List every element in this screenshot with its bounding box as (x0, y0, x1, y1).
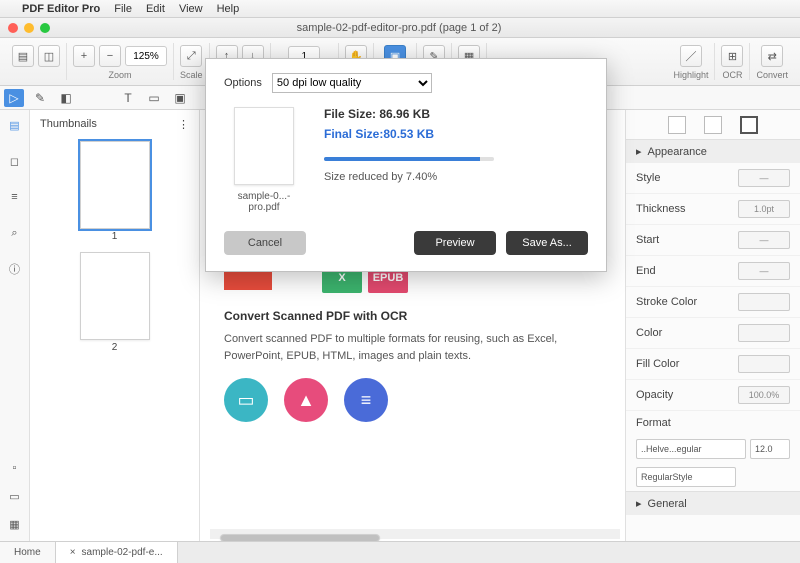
inspector-tab-1[interactable] (668, 116, 686, 134)
eraser-tool[interactable]: ◧ (56, 89, 76, 107)
style-select[interactable]: — (738, 169, 790, 187)
final-size-row: Final Size:80.53 KB (324, 127, 588, 141)
section-heading: Convert Scanned PDF with OCR (224, 309, 601, 323)
convert-button[interactable]: ⇄ (761, 45, 783, 67)
bookmarks-tab-icon[interactable]: ◻ (6, 152, 24, 170)
thickness-input[interactable]: 1.0pt (738, 200, 790, 218)
stroke-color-well[interactable] (738, 293, 790, 311)
sidebar-toggle-button[interactable]: ▤ (12, 45, 34, 67)
menu-file[interactable]: File (114, 3, 132, 15)
left-rail: ▤ ◻ ≡ ⌕ ⓘ ▫ ▭ ▦ (0, 110, 30, 541)
stroke-color-label: Stroke Color (636, 296, 697, 308)
minimize-window-button[interactable] (24, 23, 34, 33)
image-circle-icon: ▲ (284, 378, 328, 422)
stamp-tool[interactable]: ▣ (170, 89, 190, 107)
note-tool[interactable]: ▭ (144, 89, 164, 107)
dialog-preview-thumbnail (234, 107, 294, 185)
file-size-row: File Size: 86.96 KB (324, 107, 588, 121)
ocr-label: OCR (722, 70, 742, 80)
progress-bar (324, 157, 494, 161)
thumbnail-page-1[interactable] (80, 141, 150, 229)
horizontal-scrollbar[interactable] (210, 529, 620, 539)
thumbnails-title: Thumbnails (40, 118, 97, 131)
text-circle-icon: ≡ (344, 378, 388, 422)
inspector-tab-2[interactable] (704, 116, 722, 134)
dialog-preview-filename: sample-0...-pro.pdf (224, 191, 304, 213)
format-label: Format (636, 417, 671, 429)
highlight-label: Highlight (673, 70, 708, 80)
start-select[interactable]: — (738, 231, 790, 249)
end-label: End (636, 265, 656, 277)
opacity-input[interactable]: 100.0% (738, 386, 790, 404)
rail-icon-b[interactable]: ▭ (6, 487, 24, 505)
zoom-window-button[interactable] (40, 23, 50, 33)
menubar: PDF Editor Pro File Edit View Help (0, 0, 800, 18)
highlight-button[interactable]: ／ (680, 45, 702, 67)
window-titlebar: sample-02-pdf-editor-pro.pdf (page 1 of … (0, 18, 800, 38)
fill-color-label: Fill Color (636, 358, 679, 370)
scale-label: Scale (180, 70, 203, 80)
rail-icon-c[interactable]: ▦ (6, 515, 24, 533)
document-title: sample-02-pdf-editor-pro.pdf (page 1 of … (58, 22, 740, 34)
layout-toggle-button[interactable]: ◫ (38, 45, 60, 67)
opacity-label: Opacity (636, 389, 673, 401)
thumbnail-page-2[interactable] (80, 252, 150, 340)
color-well[interactable] (738, 324, 790, 342)
end-select[interactable]: — (738, 262, 790, 280)
zoom-out-button[interactable]: − (99, 45, 121, 67)
pencil-tool[interactable]: ✎ (30, 89, 50, 107)
font-style-select[interactable]: RegularStyle (636, 467, 736, 487)
inspector-panel: ▸Appearance Style — Thickness 1.0pt Start —… (625, 110, 800, 541)
close-window-button[interactable] (8, 23, 18, 33)
inspector-tabs (626, 110, 800, 140)
thickness-label: Thickness (636, 203, 686, 215)
rail-icon-a[interactable]: ▫ (6, 459, 24, 477)
preview-button[interactable]: Preview (414, 231, 496, 255)
status-bar: Home ×sample-02-pdf-e... (0, 541, 800, 563)
ocr-button[interactable]: ⊞ (721, 45, 743, 67)
font-size-input[interactable]: 12.0 (750, 439, 790, 459)
outline-tab-icon[interactable]: ≡ (6, 188, 24, 206)
appearance-header[interactable]: ▸Appearance (626, 140, 800, 163)
thumbnails-panel: Thumbnails ⋮ 1 2 (30, 110, 200, 541)
font-family-select[interactable]: ..Helve...egular (636, 439, 746, 459)
reduced-text: Size reduced by 7.40% (324, 171, 588, 183)
general-header[interactable]: ▸General (626, 492, 800, 515)
body-paragraph-2: Convert scanned PDF to multiple formats … (224, 331, 601, 364)
style-label: Style (636, 172, 660, 184)
text-tool[interactable]: T (118, 89, 138, 107)
document-tab[interactable]: ×sample-02-pdf-e... (56, 542, 178, 563)
app-name[interactable]: PDF Editor Pro (22, 3, 100, 15)
start-label: Start (636, 234, 659, 246)
feature-icons: ▭ ▲ ≡ (224, 378, 601, 422)
info-tab-icon[interactable]: ⓘ (6, 260, 24, 278)
menu-view[interactable]: View (179, 3, 203, 15)
window-circle-icon: ▭ (224, 378, 268, 422)
zoom-in-button[interactable]: + (73, 45, 95, 67)
zoom-label: Zoom (108, 70, 131, 80)
thumbnails-menu-icon[interactable]: ⋮ (178, 118, 189, 131)
zoom-input[interactable] (125, 46, 167, 66)
thumbnail-1-label: 1 (38, 231, 191, 242)
fill-color-well[interactable] (738, 355, 790, 373)
arrow-tool[interactable]: ▷ (4, 89, 24, 107)
thumbnail-2-label: 2 (38, 342, 191, 353)
search-tab-icon[interactable]: ⌕ (6, 224, 24, 242)
quality-select[interactable]: 50 dpi low quality (272, 73, 432, 93)
convert-label: Convert (756, 70, 788, 80)
scale-button[interactable]: ⤢ (180, 45, 202, 67)
color-label: Color (636, 327, 662, 339)
compress-dialog: Options 50 dpi low quality sample-0...-p… (205, 58, 607, 272)
thumbnails-tab-icon[interactable]: ▤ (6, 116, 24, 134)
inspector-tab-3[interactable] (740, 116, 758, 134)
menu-edit[interactable]: Edit (146, 3, 165, 15)
options-label: Options (224, 77, 262, 89)
home-tab[interactable]: Home (0, 542, 56, 563)
menu-help[interactable]: Help (217, 3, 240, 15)
cancel-button[interactable]: Cancel (224, 231, 306, 255)
traffic-lights (0, 23, 58, 33)
save-as-button[interactable]: Save As... (506, 231, 588, 255)
